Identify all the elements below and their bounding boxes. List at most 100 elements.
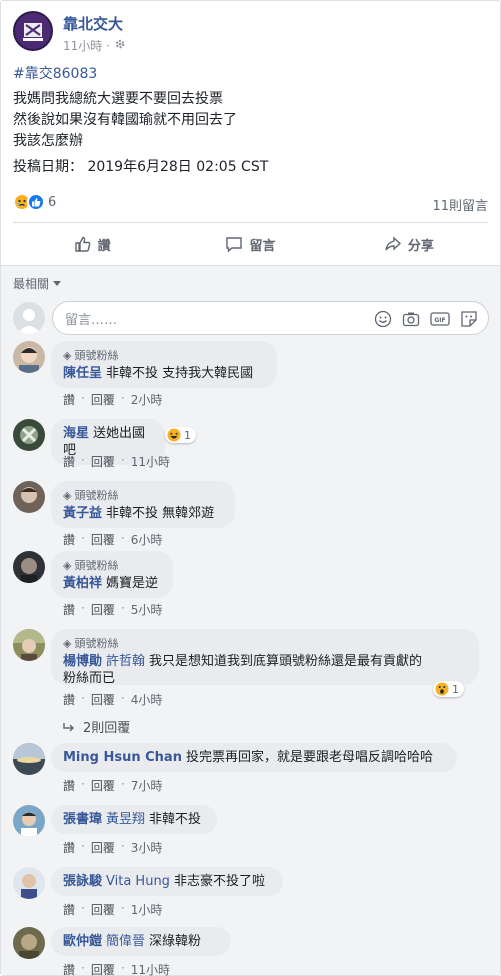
comment-like-link[interactable]: 讚 bbox=[63, 961, 75, 976]
comment-time[interactable]: 3小時 bbox=[131, 839, 163, 856]
commenter-avatar[interactable] bbox=[13, 805, 45, 837]
comment-icon bbox=[226, 237, 243, 253]
like-label: 讚 bbox=[97, 238, 111, 254]
reaction-summary[interactable]: 6 bbox=[13, 193, 56, 211]
emoji-icon[interactable] bbox=[374, 310, 392, 328]
sticker-icon[interactable] bbox=[460, 310, 478, 328]
svg-text:GIF: GIF bbox=[434, 317, 445, 324]
badge-label: 頭號粉絲 bbox=[74, 637, 119, 650]
diamond-icon: ◈ bbox=[63, 559, 72, 572]
sort-label: 最相關 bbox=[13, 277, 50, 291]
commenter-avatar[interactable] bbox=[13, 867, 45, 899]
comment-time[interactable]: 2小時 bbox=[131, 391, 163, 408]
thumbs-up-icon bbox=[74, 236, 91, 252]
comment-button[interactable]: 留言 bbox=[171, 227, 329, 261]
comment-time[interactable]: 11小時 bbox=[131, 453, 170, 470]
comment-text: 深綠韓粉 bbox=[149, 934, 202, 949]
diamond-icon: ◈ bbox=[63, 349, 72, 362]
commenter-avatar[interactable] bbox=[13, 743, 45, 775]
comment-like-link[interactable]: 讚 bbox=[63, 531, 75, 548]
commenter-avatar[interactable] bbox=[13, 927, 45, 959]
diamond-icon: ◈ bbox=[63, 637, 72, 650]
badge-label: 頭號粉絲 bbox=[74, 489, 119, 502]
comment-like-link[interactable]: 讚 bbox=[63, 601, 75, 618]
comment-author[interactable]: 黃子益 bbox=[63, 506, 102, 521]
comment-actions: 讚 · 回覆 · 4小時 bbox=[63, 691, 163, 708]
comment-time[interactable]: 5小時 bbox=[131, 601, 163, 618]
top-fan-badge: ◈ 頭號粉絲 bbox=[63, 635, 467, 652]
comment-author[interactable]: 楊博勛 bbox=[63, 654, 102, 669]
gear-icon[interactable] bbox=[114, 38, 126, 53]
top-fan-badge: ◈ 頭號粉絲 bbox=[63, 487, 223, 504]
comment-like-link[interactable]: 讚 bbox=[63, 839, 75, 856]
comment-like-link[interactable]: 讚 bbox=[63, 777, 75, 794]
comment-reply-link[interactable]: 回覆 bbox=[91, 453, 115, 470]
comment-author[interactable]: 黃柏祥 bbox=[63, 576, 102, 591]
comment-count[interactable]: 11則留言 bbox=[432, 195, 488, 214]
tagged-user[interactable]: Vita Hung bbox=[106, 874, 170, 889]
comment-text: 粉絲而已 bbox=[63, 671, 116, 686]
post-body: 我媽問我總統大選要不要回去投票 然後說如果沒有韓國瑜就不用回去了 我該怎麼辦 bbox=[13, 89, 237, 152]
comment-time[interactable]: 1小時 bbox=[131, 901, 163, 918]
comment-time[interactable]: 4小時 bbox=[131, 691, 163, 708]
post-time[interactable]: 11小時 bbox=[63, 37, 102, 54]
comment-text: 投完票再回家，就是要跟老母唱反調哈哈哈 bbox=[185, 750, 433, 765]
comment-reply-link[interactable]: 回覆 bbox=[91, 901, 115, 918]
post-hashtag[interactable]: #靠交86083 bbox=[13, 63, 97, 83]
commenter-avatar[interactable] bbox=[13, 341, 45, 373]
diamond-icon: ◈ bbox=[63, 489, 72, 502]
comment-author[interactable]: 陳任呈 bbox=[63, 366, 102, 381]
comment-time[interactable]: 6小時 bbox=[131, 531, 163, 548]
comment-like-link[interactable]: 讚 bbox=[63, 453, 75, 470]
tagged-user[interactable]: 許哲翰 bbox=[106, 654, 145, 669]
comment-bubble: ◈ 頭號粉絲 黃柏祥 媽寶是逆 bbox=[51, 551, 173, 598]
tagged-user[interactable]: 簡偉晉 bbox=[106, 934, 145, 949]
comment-bubble: ◈ 頭號粉絲 楊博勛 許哲翰 我只是想知道我到底算頭號粉絲還是最有貢獻的 粉絲而已 bbox=[51, 629, 479, 686]
comment-reply-link[interactable]: 回覆 bbox=[91, 777, 115, 794]
camera-icon[interactable] bbox=[402, 310, 420, 328]
comment-author[interactable]: 海星 bbox=[63, 426, 89, 441]
comment-reaction-chip[interactable]: 1 bbox=[433, 681, 464, 697]
comment-reaction-chip[interactable]: 1 bbox=[165, 427, 196, 443]
share-button[interactable]: 分享 bbox=[330, 227, 488, 261]
comment-input[interactable]: 留言…… GIF bbox=[52, 301, 489, 335]
page-name[interactable]: 靠北交大 bbox=[63, 13, 123, 34]
comment-bubble: Ming Hsun Chan 投完票再回家，就是要跟老母唱反調哈哈哈 bbox=[51, 743, 457, 772]
current-user-avatar[interactable] bbox=[13, 302, 45, 334]
comment-placeholder: 留言…… bbox=[65, 312, 118, 328]
view-replies-link[interactable]: 2則回覆 bbox=[63, 717, 130, 736]
share-icon bbox=[385, 236, 401, 251]
comment-time[interactable]: 11小時 bbox=[131, 961, 170, 976]
tagged-user[interactable]: 黃昱翔 bbox=[106, 812, 145, 827]
post-meta: 11小時 · bbox=[63, 37, 126, 54]
comment-author[interactable]: 歐仲鎧 bbox=[63, 934, 102, 949]
gif-icon[interactable]: GIF bbox=[430, 310, 450, 328]
reaction-count: 6 bbox=[48, 194, 57, 210]
reaction-count: 1 bbox=[452, 682, 459, 696]
comment-author[interactable]: Ming Hsun Chan bbox=[63, 750, 182, 765]
comment-author[interactable]: 張詠駿 bbox=[63, 874, 102, 889]
commenter-avatar[interactable] bbox=[13, 481, 45, 513]
caret-down-icon bbox=[53, 280, 62, 286]
like-button[interactable]: 讚 bbox=[13, 227, 171, 261]
comment-actions: 讚 · 回覆 · 3小時 bbox=[63, 839, 163, 856]
comment-bubble: 歐仲鎧 簡偉晉 深綠韓粉 bbox=[51, 927, 231, 956]
comment-reply-link[interactable]: 回覆 bbox=[91, 961, 115, 976]
comment-text-block: 楊博勛 許哲翰 我只是想知道我到底算頭號粉絲還是最有貢獻的 bbox=[63, 653, 467, 670]
post-date: 投稿日期： 2019年6月28日 02:05 CST bbox=[13, 159, 269, 175]
comment-reply-link[interactable]: 回覆 bbox=[91, 691, 115, 708]
comment-reply-link[interactable]: 回覆 bbox=[91, 601, 115, 618]
comment-like-link[interactable]: 讚 bbox=[63, 901, 75, 918]
comment-time[interactable]: 7小時 bbox=[131, 777, 163, 794]
comment-reply-link[interactable]: 回覆 bbox=[91, 839, 115, 856]
comment-reply-link[interactable]: 回覆 bbox=[91, 531, 115, 548]
comment-like-link[interactable]: 讚 bbox=[63, 691, 75, 708]
comment-reply-link[interactable]: 回覆 bbox=[91, 391, 115, 408]
page-avatar[interactable] bbox=[13, 11, 53, 51]
comment-author[interactable]: 張書瑋 bbox=[63, 812, 102, 827]
comment-like-link[interactable]: 讚 bbox=[63, 391, 75, 408]
sort-dropdown[interactable]: 最相關 bbox=[13, 275, 62, 292]
commenter-avatar[interactable] bbox=[13, 551, 45, 583]
commenter-avatar[interactable] bbox=[13, 419, 45, 451]
commenter-avatar[interactable] bbox=[13, 629, 45, 661]
